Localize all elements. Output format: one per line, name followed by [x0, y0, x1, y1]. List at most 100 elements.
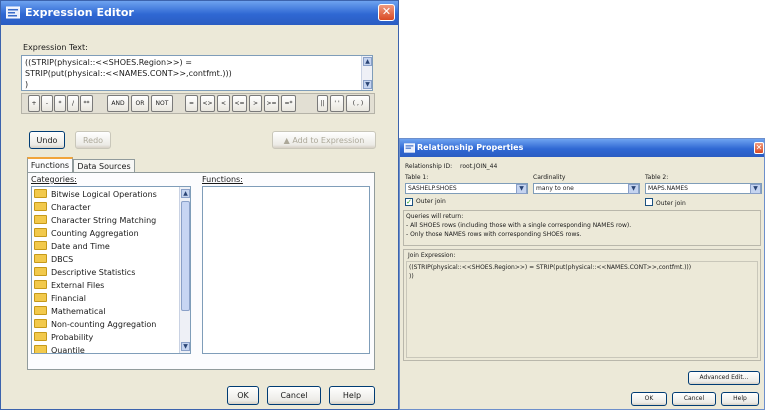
join-expression-line-2: )) — [409, 273, 414, 280]
cardinality-select[interactable]: many to one ▼ — [533, 183, 640, 194]
close-icon[interactable]: ✕ — [754, 142, 764, 154]
close-icon[interactable]: ✕ — [378, 4, 395, 21]
folder-icon — [34, 202, 47, 211]
less-equal-button[interactable]: <= — [232, 95, 247, 112]
list-item[interactable]: Character — [34, 201, 91, 214]
outer-join-right-checkbox[interactable]: Outer join — [645, 198, 686, 207]
minus-button[interactable]: - — [41, 95, 53, 112]
queries-line-1: - All SHOES rows (including those with a… — [406, 222, 632, 229]
list-item[interactable]: Descriptive Statistics — [34, 266, 135, 279]
ok-button[interactable]: OK — [631, 392, 667, 406]
queries-summary-box: Queries will return: - All SHOES rows (i… — [403, 210, 761, 246]
undo-button[interactable]: Undo — [29, 131, 65, 149]
outer-join-left-label: Outer join — [416, 198, 446, 205]
editor-app-icon — [6, 6, 20, 19]
advanced-edit-button[interactable]: Advanced Edit... — [688, 371, 760, 385]
relationship-properties-titlebar[interactable]: Relationship Properties ✕ — [400, 139, 764, 157]
tab-functions[interactable]: Functions — [27, 157, 73, 173]
outer-join-left-checkbox[interactable]: ✓ Outer join — [405, 198, 446, 206]
or-button[interactable]: OR — [131, 95, 149, 112]
table2-label: Table 2: — [645, 174, 669, 181]
list-item[interactable]: External Files — [34, 279, 104, 292]
list-item[interactable]: Financial — [34, 292, 86, 305]
join-expression-display: ((STRIP(physical::<<SHOES.Region>>) = ST… — [406, 261, 758, 358]
folder-icon — [34, 215, 47, 224]
list-item[interactable]: Bitwise Logical Operations — [34, 188, 157, 201]
table2-value: MAPS.NAMES — [648, 185, 688, 192]
expression-line-1: ((STRIP(physical::<<SHOES.Region>>) = — [25, 58, 192, 67]
folder-icon — [34, 254, 47, 263]
relationship-id-value: root.JOIN_44 — [460, 163, 498, 170]
parentheses-button[interactable]: ( , ) — [346, 95, 370, 112]
list-item[interactable]: Non-counting Aggregation — [34, 318, 156, 331]
list-item[interactable]: Character String Matching — [34, 214, 156, 227]
chevron-down-icon[interactable]: ▼ — [516, 184, 527, 194]
outer-join-right-label: Outer join — [656, 200, 686, 207]
join-expression-group: Join Expression: ((STRIP(physical::<<SHO… — [403, 249, 761, 361]
expression-scrollbar[interactable]: ▲ ▼ — [361, 56, 372, 90]
list-item[interactable]: DBCS — [34, 253, 73, 266]
equals-button[interactable]: = — [185, 95, 198, 112]
folder-icon — [34, 319, 47, 328]
cardinality-label: Cardinality — [533, 174, 566, 181]
join-expression-line-1: ((STRIP(physical::<<SHOES.Region>>) = ST… — [409, 264, 692, 271]
expression-line-3: ) — [25, 80, 29, 89]
list-item[interactable]: Mathematical — [34, 305, 106, 318]
scroll-down-icon[interactable]: ▼ — [363, 80, 372, 89]
expression-editor-titlebar[interactable]: Expression Editor ✕ — [1, 1, 398, 25]
cancel-button[interactable]: Cancel — [672, 392, 716, 406]
table2-select[interactable]: MAPS.NAMES ▼ — [645, 183, 762, 194]
list-item[interactable]: Counting Aggregation — [34, 227, 139, 240]
scroll-down-icon[interactable]: ▼ — [181, 342, 190, 351]
categories-scrollbar[interactable]: ▲ ▼ — [179, 187, 190, 353]
folder-icon — [34, 267, 47, 276]
chevron-down-icon[interactable]: ▼ — [750, 184, 761, 194]
list-item[interactable]: Quantile — [34, 344, 85, 353]
relationship-app-icon — [404, 143, 415, 153]
less-than-button[interactable]: < — [217, 95, 230, 112]
categories-label: Categories: — [31, 175, 77, 184]
plus-button[interactable]: + — [28, 95, 40, 112]
folder-icon — [34, 345, 47, 353]
scroll-thumb[interactable] — [181, 201, 190, 311]
table1-select[interactable]: SASHELP.SHOES ▼ — [405, 183, 528, 194]
folder-icon — [34, 280, 47, 289]
and-button[interactable]: AND — [107, 95, 129, 112]
not-equal-button[interactable]: <> — [200, 95, 215, 112]
sounds-like-button[interactable]: =* — [281, 95, 296, 112]
add-to-expression-button[interactable]: ▲ Add to Expression — [272, 131, 376, 149]
help-button[interactable]: Help — [721, 392, 759, 406]
join-expression-label: Join Expression: — [408, 252, 456, 259]
help-button[interactable]: Help — [329, 386, 375, 405]
not-button[interactable]: NOT — [151, 95, 173, 112]
redo-button[interactable]: Redo — [75, 131, 111, 149]
window-title: Relationship Properties — [417, 143, 524, 152]
multiply-button[interactable]: * — [54, 95, 66, 112]
greater-equal-button[interactable]: >= — [264, 95, 279, 112]
folder-icon — [34, 306, 47, 315]
divide-button[interactable]: / — [67, 95, 79, 112]
functions-list[interactable] — [202, 186, 370, 354]
list-item[interactable]: Date and Time — [34, 240, 110, 253]
relationship-properties-window: Relationship Properties ✕ Relationship I… — [399, 138, 765, 410]
folder-icon — [34, 293, 47, 302]
scroll-up-icon[interactable]: ▲ — [363, 57, 372, 66]
categories-list[interactable]: Bitwise Logical Operations Character Cha… — [31, 186, 191, 354]
folder-icon — [34, 189, 47, 198]
tab-data-sources[interactable]: Data Sources — [73, 159, 135, 173]
expression-textarea[interactable]: ((STRIP(physical::<<SHOES.Region>>) = ST… — [21, 55, 373, 91]
greater-than-button[interactable]: > — [249, 95, 262, 112]
scroll-up-icon[interactable]: ▲ — [181, 189, 190, 198]
table1-label: Table 1: — [405, 174, 429, 181]
cardinality-value: many to one — [536, 185, 574, 192]
chevron-down-icon[interactable]: ▼ — [628, 184, 639, 194]
concat-button[interactable]: || — [317, 95, 328, 112]
table1-value: SASHELP.SHOES — [408, 185, 457, 192]
ok-button[interactable]: OK — [227, 386, 259, 405]
list-item[interactable]: Probability — [34, 331, 93, 344]
queries-label: Queries will return: — [406, 213, 464, 220]
folder-icon — [34, 332, 47, 341]
cancel-button[interactable]: Cancel — [267, 386, 321, 405]
power-button[interactable]: ** — [80, 95, 93, 112]
quotes-button[interactable]: ' ' — [330, 95, 344, 112]
